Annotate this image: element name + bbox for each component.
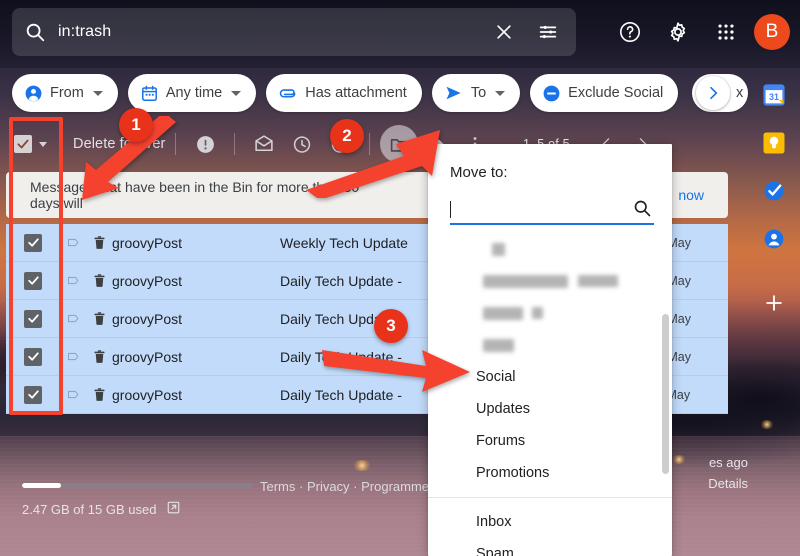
storage-used-label: 2.47 GB of 15 GB used — [22, 501, 157, 517]
redacted-text — [483, 306, 523, 320]
menu-item-spam[interactable]: Spam — [428, 538, 672, 556]
move-to-title: Move to: — [450, 164, 508, 181]
filter-chip-exclude-social[interactable]: Exclude Social — [530, 74, 679, 112]
footer-links[interactable]: Terms · Privacy · Programme — [260, 479, 429, 494]
search-options-icon[interactable] — [526, 10, 570, 54]
person-icon — [24, 84, 43, 103]
last-account-activity: es ago Details — [708, 452, 748, 494]
contacts-icon[interactable] — [761, 226, 787, 252]
menu-item-forums[interactable]: Forums — [428, 425, 672, 457]
background-light — [352, 460, 372, 471]
add-icon[interactable] — [761, 290, 787, 316]
menu-item-promotions[interactable]: Promotions — [428, 457, 672, 489]
storage-used-row: 2.47 GB of 15 GB used — [22, 500, 252, 518]
filter-chip-label: Any time — [165, 85, 223, 101]
annotation-highlight-box — [9, 117, 63, 415]
text-cursor — [450, 200, 451, 218]
gmail-window: in:trash B From Any time Has attachment … — [0, 0, 800, 556]
chevron-down-icon — [495, 90, 506, 96]
filter-chip-label: To — [470, 85, 487, 101]
filter-chip-label: From — [50, 85, 84, 101]
trash-icon — [86, 387, 112, 402]
chevron-right-icon — [696, 76, 730, 110]
mark-unread-icon[interactable] — [245, 125, 283, 163]
row-sender: groovyPost — [112, 272, 183, 289]
divider — [234, 133, 236, 155]
star-outline-icon[interactable] — [60, 273, 86, 288]
svg-text:31: 31 — [769, 92, 779, 102]
tasks-icon[interactable] — [761, 178, 787, 204]
annotation-badge-2: 2 — [330, 119, 364, 153]
row-sender: groovyPost — [112, 234, 183, 251]
chevron-down-icon — [92, 90, 103, 96]
last-activity-text: es ago — [708, 455, 748, 470]
filter-chips-next-button[interactable]: x — [692, 74, 748, 112]
gear-icon[interactable] — [658, 12, 698, 52]
paperclip-icon — [278, 83, 298, 103]
filter-chip-label: Has attachment — [305, 85, 407, 101]
avatar[interactable]: B — [754, 14, 790, 50]
banner-empty-bin-link[interactable]: now — [678, 187, 704, 203]
trash-icon — [86, 273, 112, 288]
row-sender: groovyPost — [112, 310, 183, 327]
filter-chip-any-time[interactable]: Any time — [127, 74, 257, 112]
send-icon — [444, 83, 464, 103]
filter-chips-next-label: x — [736, 85, 744, 101]
details-link[interactable]: Details — [708, 473, 748, 494]
search-input[interactable]: in:trash — [58, 23, 482, 41]
apps-grid-icon[interactable] — [706, 12, 746, 52]
chevron-down-icon — [231, 90, 242, 96]
storage-widget: 2.47 GB of 15 GB used — [22, 483, 252, 518]
star-outline-icon[interactable] — [60, 311, 86, 326]
menu-item-inbox[interactable]: Inbox — [428, 506, 672, 538]
side-panel: 31 — [748, 68, 800, 556]
star-outline-icon[interactable] — [60, 349, 86, 364]
background-light — [672, 455, 686, 464]
menu-scrollbar[interactable] — [662, 314, 669, 474]
redacted-text — [492, 242, 505, 256]
annotation-arrow-3 — [322, 350, 470, 392]
row-sender: groovyPost — [112, 348, 183, 365]
redacted-text — [483, 274, 568, 288]
annotation-badge-3: 3 — [374, 309, 408, 343]
report-spam-icon[interactable] — [186, 125, 224, 163]
search-bar[interactable]: in:trash — [12, 8, 576, 56]
star-outline-icon[interactable] — [60, 387, 86, 402]
search-filter-chips: From Any time Has attachment To Exclude … — [12, 74, 679, 112]
search-icon — [12, 21, 58, 43]
annotation-badge-1: 1 — [119, 108, 153, 142]
menu-item-updates[interactable]: Updates — [428, 393, 672, 425]
external-link-icon[interactable] — [166, 500, 181, 518]
search-icon[interactable] — [632, 198, 652, 223]
redacted-text — [578, 275, 618, 287]
list-item-redacted[interactable] — [428, 265, 672, 297]
trash-icon — [86, 349, 112, 364]
calendar-icon — [140, 84, 159, 103]
filter-chip-label: Exclude Social — [568, 85, 664, 101]
annotation-arrow-2 — [306, 130, 440, 198]
star-outline-icon[interactable] — [60, 235, 86, 250]
redacted-text — [483, 338, 514, 352]
list-item-redacted[interactable] — [428, 233, 672, 265]
filter-chip-from[interactable]: From — [12, 74, 118, 112]
help-icon[interactable] — [610, 12, 650, 52]
minus-circle-icon — [542, 84, 561, 103]
list-item-redacted[interactable] — [428, 297, 672, 329]
filter-chip-has-attachment[interactable]: Has attachment — [266, 74, 422, 112]
move-to-search[interactable] — [450, 195, 654, 225]
redacted-text — [532, 307, 543, 319]
keep-icon[interactable] — [761, 130, 787, 156]
filter-chip-to[interactable]: To — [431, 74, 521, 112]
trash-icon — [86, 235, 112, 250]
close-icon[interactable] — [482, 10, 526, 54]
row-sender: groovyPost — [112, 386, 183, 403]
menu-divider — [428, 497, 672, 498]
trash-icon — [86, 311, 112, 326]
top-icon-group: B — [610, 8, 790, 56]
storage-bar — [22, 483, 252, 488]
calendar-icon[interactable]: 31 — [761, 82, 787, 108]
